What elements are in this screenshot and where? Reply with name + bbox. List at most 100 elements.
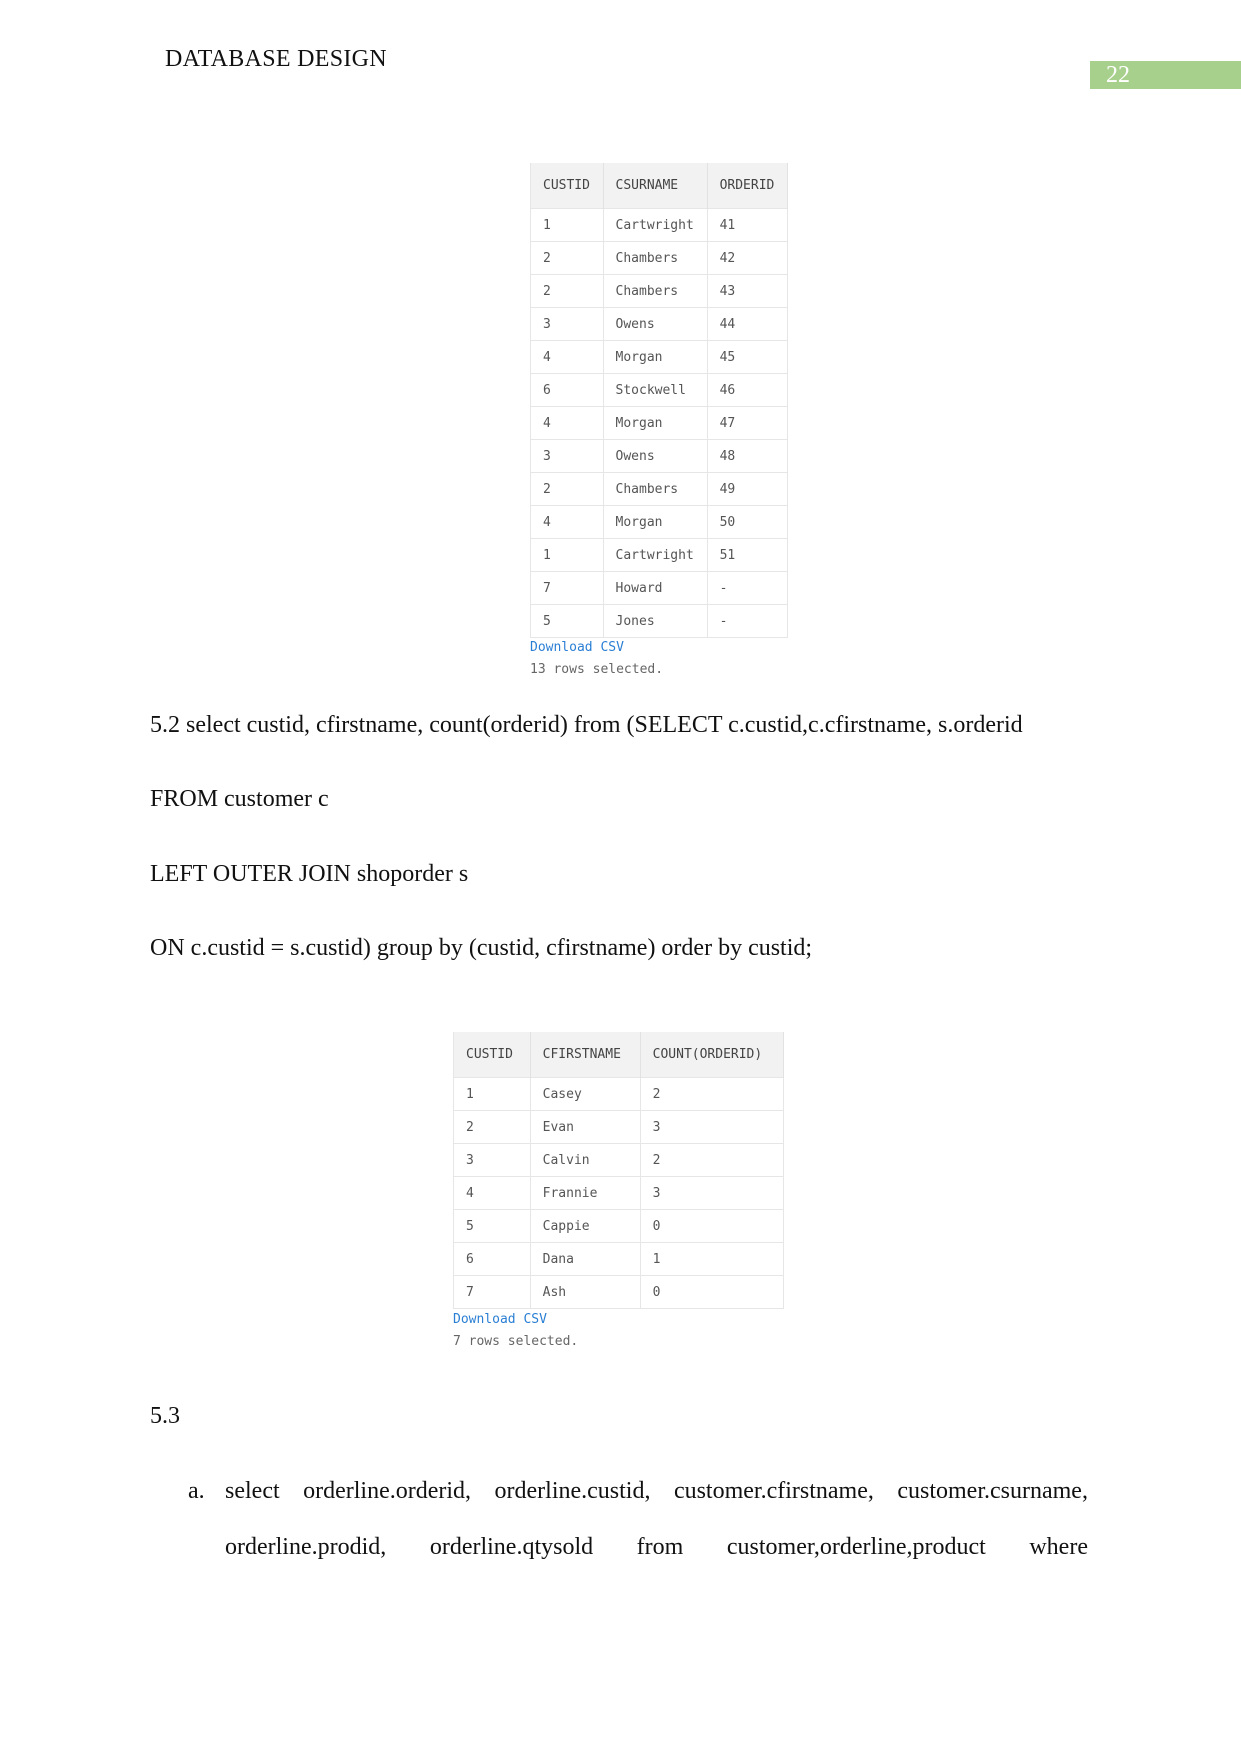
query-word: customer.cfirstname, bbox=[673, 1478, 874, 1504]
table-cell: Casey bbox=[530, 1077, 641, 1111]
table-cell: 43 bbox=[707, 274, 789, 308]
query-line: 5.2 select custid, cfirstname, count(ord… bbox=[150, 712, 1023, 738]
rows-selected-1: 13 rows selected. bbox=[530, 662, 664, 677]
table-cell: Jones bbox=[603, 604, 708, 638]
table-cell: Chambers bbox=[603, 472, 708, 506]
table-cell: 48 bbox=[707, 439, 789, 473]
query-word: customer.csurname, bbox=[897, 1478, 1088, 1504]
header-row: CUSTID CSURNAME ORDERID bbox=[530, 163, 789, 209]
table-cell: Owens bbox=[603, 439, 708, 473]
document-page: DATABASE DESIGN 22 CUSTID CSURNAME ORDERID… bbox=[0, 0, 1241, 1754]
query-word: orderline.orderid, bbox=[303, 1478, 472, 1504]
table-row: 4 Morgan 50 bbox=[530, 505, 789, 539]
table-row: 2 Chambers 43 bbox=[530, 274, 789, 308]
result-table-2: CUSTID CFIRSTNAME COUNT(ORDERID) 1 Casey 2 2 Ev… bbox=[453, 1032, 785, 1309]
table-row: 6 Dana 1 bbox=[453, 1242, 785, 1276]
table-cell: 2 bbox=[640, 1143, 785, 1177]
query-word: from bbox=[636, 1534, 684, 1560]
table-cell: 3 bbox=[453, 1143, 531, 1177]
column-header: CUSTID bbox=[530, 163, 604, 209]
table-cell: 3 bbox=[640, 1176, 785, 1210]
table-cell: 3 bbox=[640, 1110, 785, 1144]
table-cell: Cartwright bbox=[603, 538, 708, 572]
table-cell: 2 bbox=[640, 1077, 785, 1111]
table-cell: Stockwell bbox=[603, 373, 708, 407]
table-cell: 7 bbox=[530, 571, 604, 605]
table-row: 3 Calvin 2 bbox=[453, 1143, 785, 1177]
query-line: FROM customer c bbox=[150, 786, 329, 812]
table-cell: 49 bbox=[707, 472, 789, 506]
table-cell: Howard bbox=[603, 571, 708, 605]
table-cell: 2 bbox=[453, 1110, 531, 1144]
query-line: ON c.custid = s.custid) group by (custid… bbox=[150, 935, 813, 961]
table-cell: Dana bbox=[530, 1242, 641, 1276]
table-cell: - bbox=[707, 571, 789, 605]
table-row: 4 Frannie 3 bbox=[453, 1176, 785, 1210]
column-header: CSURNAME bbox=[603, 163, 708, 209]
table-cell: Chambers bbox=[603, 274, 708, 308]
table-cell: 6 bbox=[453, 1242, 531, 1276]
table-cell: 3 bbox=[530, 439, 604, 473]
table-row: 3 Owens 48 bbox=[530, 439, 789, 473]
table-cell: Evan bbox=[530, 1110, 641, 1144]
table-cell: 45 bbox=[707, 340, 789, 374]
column-header: CUSTID bbox=[453, 1032, 531, 1078]
table-cell: 4 bbox=[530, 406, 604, 440]
table-cell: Morgan bbox=[603, 340, 708, 374]
download-csv-link-2[interactable]: Download CSV bbox=[453, 1312, 547, 1327]
table-cell: 7 bbox=[453, 1275, 531, 1309]
table-cell: 2 bbox=[530, 241, 604, 275]
running-header: DATABASE DESIGN bbox=[165, 46, 387, 72]
table-cell: 0 bbox=[640, 1275, 785, 1309]
rows-selected-2: 7 rows selected. bbox=[453, 1334, 579, 1349]
header-row: CUSTID CFIRSTNAME COUNT(ORDERID) bbox=[453, 1032, 785, 1078]
query-line-1: select orderline.orderid, orderline.custid… bbox=[225, 1478, 1088, 1505]
table-row: 7 Howard - bbox=[530, 571, 789, 605]
table-cell: 1 bbox=[453, 1077, 531, 1111]
result-table-1: CUSTID CSURNAME ORDERID 1 Cartwright 41 2 Chamb… bbox=[530, 163, 789, 638]
table-cell: 0 bbox=[640, 1209, 785, 1243]
table-row: 5 Jones - bbox=[530, 604, 789, 638]
table-cell: Morgan bbox=[603, 406, 708, 440]
column-header: CFIRSTNAME bbox=[530, 1032, 641, 1078]
table-row: 1 Cartwright 51 bbox=[530, 538, 789, 572]
section-heading: 5.3 bbox=[150, 1403, 180, 1429]
table-cell: Morgan bbox=[603, 505, 708, 539]
column-header: ORDERID bbox=[707, 163, 789, 209]
table-cell: 50 bbox=[707, 505, 789, 539]
query-word: orderline.custid, bbox=[494, 1478, 651, 1504]
table-row: 7 Ash 0 bbox=[453, 1275, 785, 1309]
table-cell: 6 bbox=[530, 373, 604, 407]
table-row: 2 Chambers 49 bbox=[530, 472, 789, 506]
table-cell: 4 bbox=[453, 1176, 531, 1210]
table-row: 2 Evan 3 bbox=[453, 1110, 785, 1144]
table-cell: 1 bbox=[530, 208, 604, 242]
page-number: 22 bbox=[1090, 61, 1241, 89]
column-header: COUNT(ORDERID) bbox=[640, 1032, 785, 1078]
table-cell: 51 bbox=[707, 538, 789, 572]
table-cell: Cartwright bbox=[603, 208, 708, 242]
query-word: customer,orderline,product bbox=[726, 1534, 986, 1560]
query-line: LEFT OUTER JOIN shoporder s bbox=[150, 861, 469, 887]
table-cell: 46 bbox=[707, 373, 789, 407]
query-word: select bbox=[225, 1478, 280, 1504]
table-cell: 44 bbox=[707, 307, 789, 341]
table-cell: 1 bbox=[530, 538, 604, 572]
table-cell: 5 bbox=[530, 604, 604, 638]
table-cell: Calvin bbox=[530, 1143, 641, 1177]
table-cell: 42 bbox=[707, 241, 789, 275]
query-word: where bbox=[1029, 1534, 1088, 1560]
table-cell: Chambers bbox=[603, 241, 708, 275]
table-cell: 1 bbox=[640, 1242, 785, 1276]
download-csv-link-1[interactable]: Download CSV bbox=[530, 640, 624, 655]
table-cell: 3 bbox=[530, 307, 604, 341]
table-cell: 2 bbox=[530, 472, 604, 506]
table-cell: 2 bbox=[530, 274, 604, 308]
list-marker: a. bbox=[188, 1478, 205, 1504]
table-row: 4 Morgan 47 bbox=[530, 406, 789, 440]
table-cell: Cappie bbox=[530, 1209, 641, 1243]
query-line-2: orderline.prodid, orderline.qtysold from cu… bbox=[225, 1534, 1088, 1561]
table-cell: 4 bbox=[530, 340, 604, 374]
table-cell: 41 bbox=[707, 208, 789, 242]
query-word: orderline.prodid, bbox=[225, 1534, 387, 1560]
